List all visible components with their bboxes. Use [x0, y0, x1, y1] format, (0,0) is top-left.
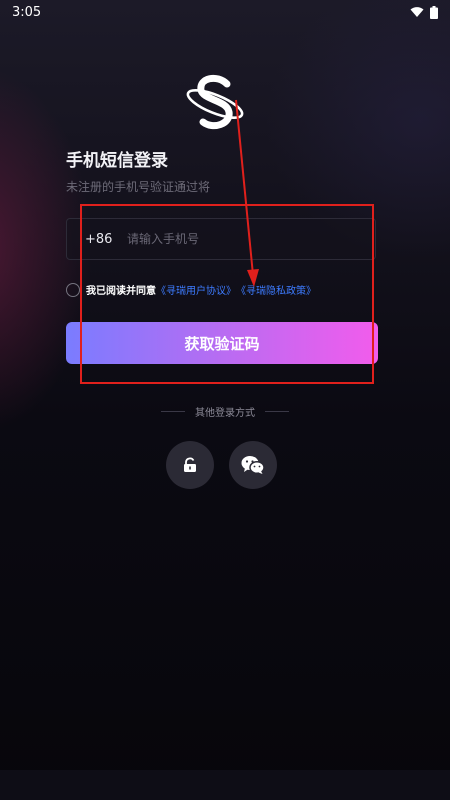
page-subtitle: 未注册的手机号验证通过将	[66, 180, 211, 194]
user-agreement-link[interactable]: 《寻瑞用户协议》	[156, 282, 236, 297]
agreement-text: 我已阅读并同意	[86, 286, 156, 297]
status-bar: 3:05	[0, 0, 450, 24]
other-login-label: 其他登录方式	[195, 408, 255, 419]
navigation-bar	[0, 770, 450, 800]
status-time: 3:05	[12, 4, 42, 20]
phone-input[interactable]	[127, 232, 375, 246]
other-login-divider: 其他登录方式	[0, 404, 450, 419]
divider-line	[265, 411, 289, 412]
divider-line	[161, 411, 185, 412]
get-code-button[interactable]: 获取验证码	[66, 322, 378, 364]
password-login-button[interactable]	[166, 441, 214, 489]
privacy-policy-link[interactable]: 《寻瑞隐私政策》	[236, 282, 316, 297]
page-title: 手机短信登录	[66, 151, 168, 171]
agreement-row: 我已阅读并同意 《寻瑞用户协议》 《寻瑞隐私政策》	[66, 282, 316, 297]
phone-field[interactable]: +86	[66, 218, 376, 260]
wechat-login-button[interactable]	[229, 441, 277, 489]
wechat-icon	[241, 456, 265, 475]
lock-icon	[184, 457, 196, 472]
agreement-checkbox[interactable]	[66, 282, 80, 297]
planet-logo-icon	[186, 74, 244, 130]
country-code-selector[interactable]: +86	[67, 232, 127, 247]
wifi-icon	[410, 7, 424, 17]
battery-icon	[430, 5, 438, 19]
